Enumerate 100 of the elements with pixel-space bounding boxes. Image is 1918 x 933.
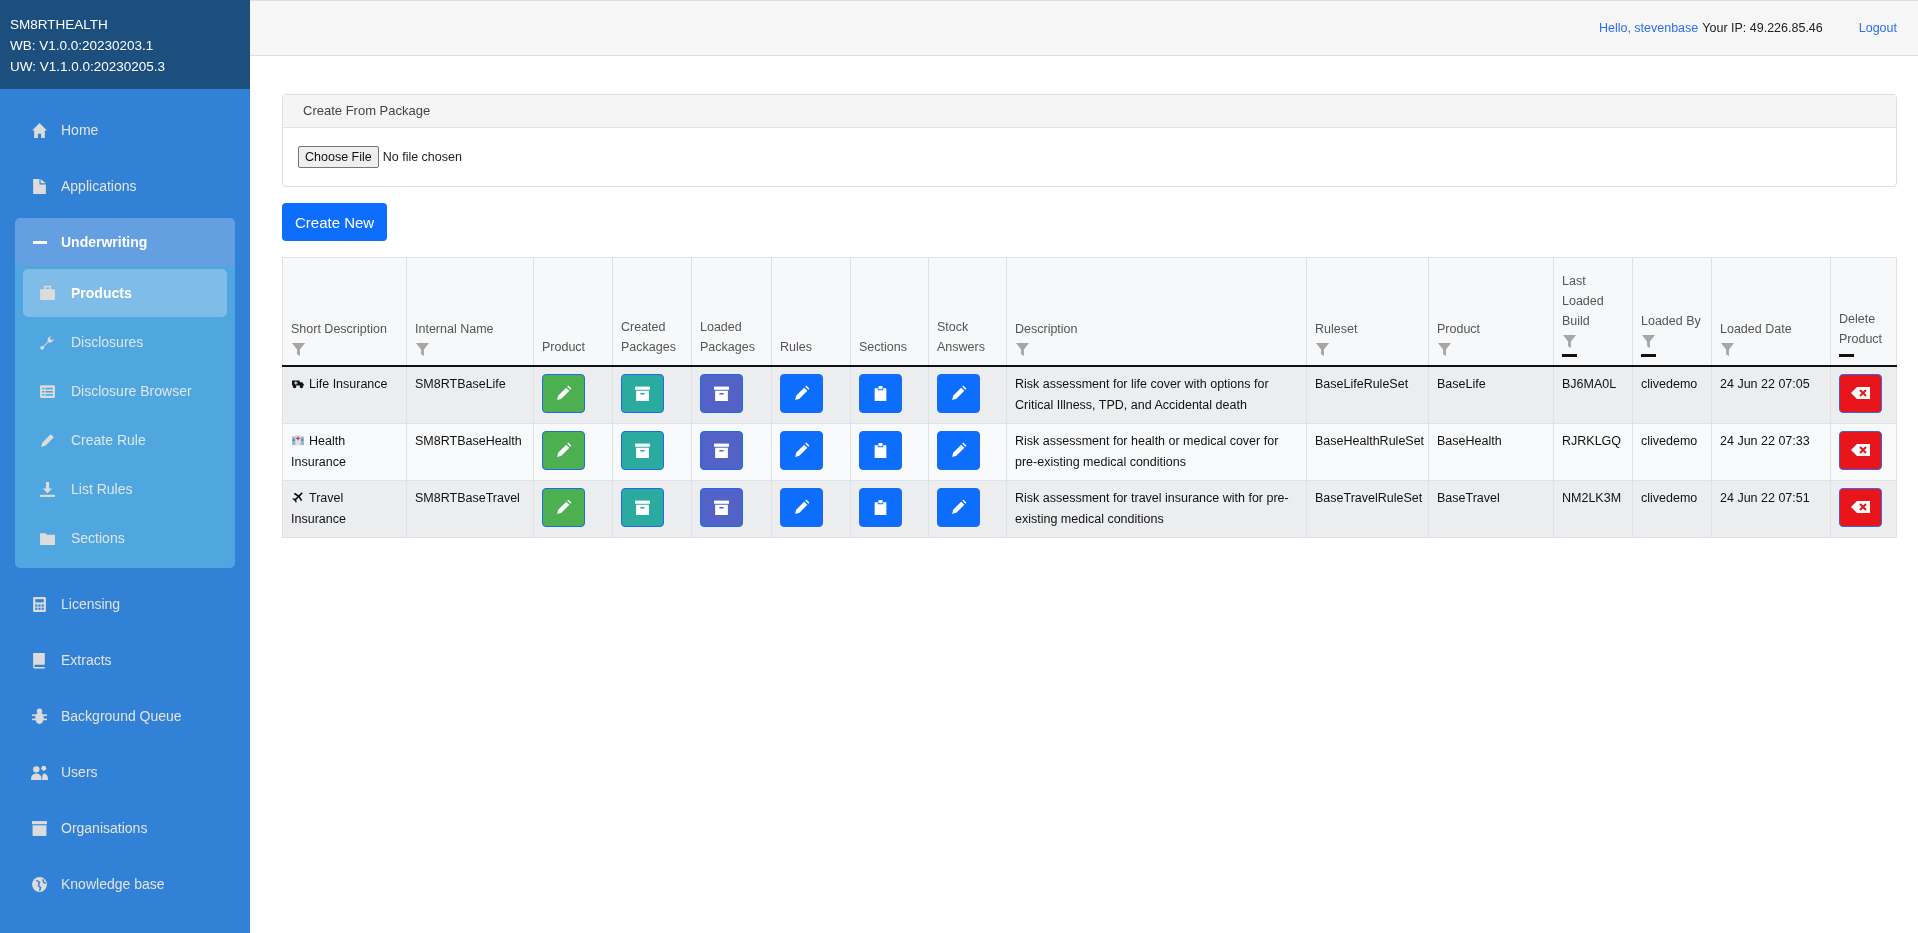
table-cell-text: SM8RTBaseHealth [415, 432, 522, 450]
brand-name: SM8RTHEALTH [10, 16, 109, 34]
airplane-icon [291, 490, 305, 503]
column-header: Loaded By [1641, 312, 1701, 330]
edit-button[interactable] [937, 430, 980, 470]
nav-item[interactable]: Knowledge base [15, 856, 235, 912]
nav-item[interactable]: Users [15, 744, 235, 800]
archive-icon [713, 498, 730, 516]
column-header: Last Loaded Build [1562, 272, 1605, 330]
ip-address-label: Your IP: 49.226.85.46 [1702, 21, 1823, 35]
pencil-icon [555, 384, 572, 402]
edit-button[interactable] [542, 487, 585, 527]
table-cell-text: 24 Jun 22 07:51 [1720, 489, 1810, 507]
package-button[interactable] [621, 430, 664, 470]
delete-button[interactable] [1839, 487, 1882, 527]
nav-item[interactable]: Licensing [15, 576, 235, 632]
pencil-icon [793, 384, 810, 402]
pencil-icon [793, 441, 810, 459]
edit-button[interactable] [542, 373, 585, 413]
briefcase-icon [39, 284, 56, 302]
archive-icon [634, 498, 651, 516]
download-icon [39, 480, 56, 498]
edit-button[interactable] [780, 430, 823, 470]
create-new-button[interactable]: Create New [282, 203, 388, 241]
nav-item[interactable]: Background Queue [15, 688, 235, 744]
package-button[interactable] [700, 373, 743, 413]
version-label: UW: V1.1.0.0:20230205.3 [10, 58, 167, 76]
pencil-icon [950, 498, 967, 516]
delete-button[interactable] [1839, 430, 1882, 470]
archive-icon [634, 384, 651, 402]
user-greeting-link[interactable]: Hello, stevenbase [1598, 21, 1699, 35]
table-cell-text: Risk assessment for life cover with options for Critical Illness, TPD, and Accidental death [1015, 375, 1270, 414]
pencil-icon [39, 431, 56, 449]
clipboard-icon [872, 441, 889, 459]
nav-subitem[interactable]: Disclosure Browser [23, 367, 227, 415]
file-status-label: No file chosen [382, 150, 462, 164]
nav-item[interactable]: Applications [15, 158, 235, 214]
table-cell-text: clivedemo [1641, 489, 1698, 507]
delete-button[interactable] [1839, 373, 1882, 413]
table-cell-text: BaseHealth [1437, 432, 1502, 450]
edit-button[interactable] [937, 487, 980, 527]
column-header: Product [542, 338, 586, 356]
backspace-icon [1850, 386, 1871, 400]
table-cell-text: Health Insurance [291, 432, 347, 471]
backspace-icon [1850, 500, 1871, 514]
table-cell-text: clivedemo [1641, 375, 1698, 393]
clipboard-icon [872, 498, 889, 516]
pencil-icon [950, 441, 967, 459]
table-cell-text: BaseTravel [1437, 489, 1500, 507]
column-header: Rules [780, 338, 812, 356]
table-cell: Life Insurance [291, 373, 388, 395]
column-header: Product [1437, 320, 1481, 338]
nav-subitem[interactable]: Disclosures [23, 318, 227, 366]
archive-icon [31, 819, 48, 837]
nav-item[interactable]: Underwriting [15, 218, 235, 266]
nav-subitem[interactable]: Products [23, 269, 227, 317]
archive-icon [634, 441, 651, 459]
column-header: Sections [859, 338, 907, 356]
nav-item[interactable]: Home [15, 102, 235, 158]
nav-subitem[interactable]: Sections [23, 514, 227, 562]
nav-item[interactable]: Organisations [15, 800, 235, 856]
pencil-icon [555, 498, 572, 516]
book-icon [31, 651, 48, 669]
bug-icon [31, 707, 48, 725]
column-header: Created Packages [621, 318, 677, 356]
package-button[interactable] [621, 373, 664, 413]
calculator-icon [31, 595, 48, 613]
package-button[interactable] [621, 487, 664, 527]
table-cell-text: Travel Insurance [291, 489, 347, 528]
sections-button[interactable] [859, 487, 902, 527]
table-cell-text: RJRKLGQ [1562, 432, 1622, 450]
version-label: WB: V1.0.0:20230203.1 [10, 37, 155, 55]
sections-button[interactable] [859, 430, 902, 470]
nav-subitem[interactable]: List Rules [23, 465, 227, 513]
nav-item[interactable]: Extracts [15, 632, 235, 688]
table-cell-text: SM8RTBaseTravel [415, 489, 520, 507]
nav-subitem[interactable]: Create Rule [23, 416, 227, 464]
column-header: Description [1015, 320, 1078, 338]
clipboard-icon [872, 384, 889, 402]
package-button[interactable] [700, 487, 743, 527]
edit-button[interactable] [937, 373, 980, 413]
table-cell-text: BJ6MA0L [1562, 375, 1617, 393]
package-button[interactable] [700, 430, 743, 470]
users-icon [31, 763, 48, 781]
hospital-icon [291, 433, 305, 446]
column-header: Loaded Date [1720, 320, 1792, 338]
choose-file-button[interactable]: Choose File [298, 146, 379, 168]
edit-button[interactable] [780, 487, 823, 527]
sections-button[interactable] [859, 373, 902, 413]
table-cell-text: NM2LK3M [1562, 489, 1622, 507]
table-cell-text: clivedemo [1641, 432, 1698, 450]
archive-icon [713, 384, 730, 402]
logout-link[interactable]: Logout [1858, 21, 1897, 35]
table-cell-text: SM8RTBaseLife [415, 375, 506, 393]
edit-button[interactable] [542, 430, 585, 470]
edit-button[interactable] [780, 373, 823, 413]
pencil-icon [793, 498, 810, 516]
home-icon [31, 121, 48, 139]
document-icon [31, 177, 48, 195]
table-cell-text: 24 Jun 22 07:05 [1720, 375, 1810, 393]
